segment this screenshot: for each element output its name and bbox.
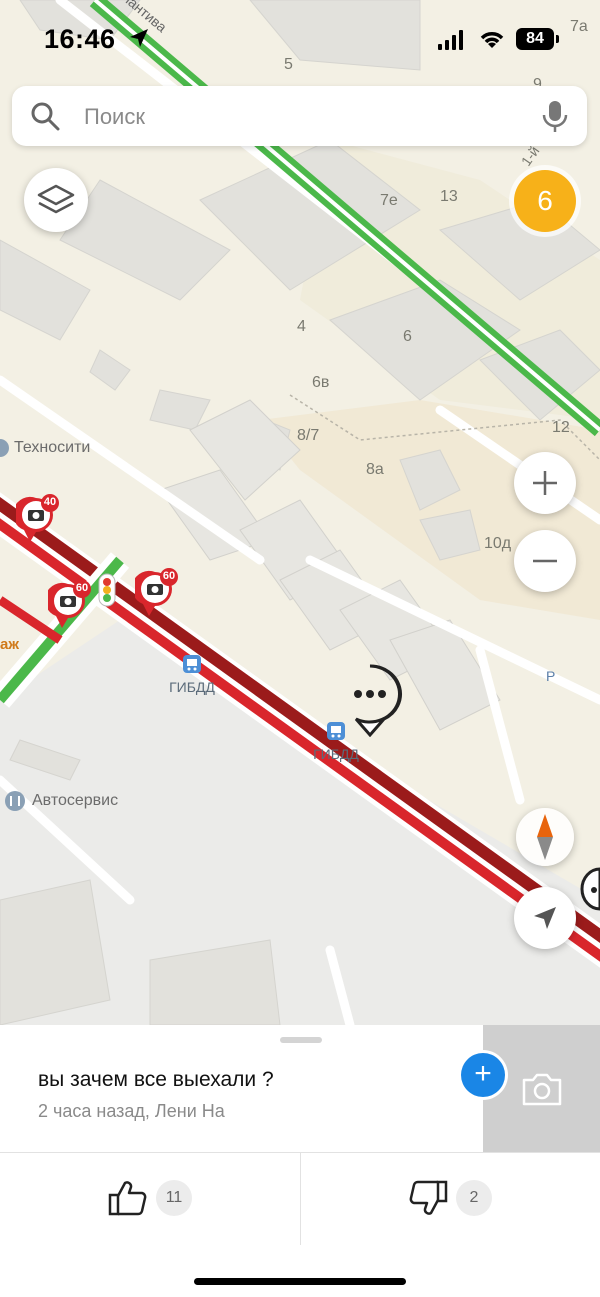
thumbs-up-icon bbox=[108, 1181, 147, 1216]
poi-gibdd-stop[interactable]: ГИБДД bbox=[168, 654, 216, 695]
poi-tehnosity[interactable]: Техносити bbox=[0, 438, 90, 458]
sheet-grabber[interactable] bbox=[280, 1037, 322, 1043]
dislike-button[interactable]: 2 bbox=[408, 1179, 492, 1217]
bus-stop-icon bbox=[183, 655, 201, 673]
layers-button[interactable] bbox=[24, 168, 88, 232]
search-icon bbox=[31, 102, 60, 131]
plus-icon: + bbox=[474, 1057, 492, 1090]
navigation-arrow-icon bbox=[534, 907, 556, 929]
speed-limit: 60 bbox=[75, 582, 89, 594]
house-number: 4 bbox=[297, 318, 306, 335]
event-bottom-sheet[interactable]: вы зачем все выехали ? 2 часа назад, Лен… bbox=[0, 1025, 600, 1297]
location-arrow-icon bbox=[130, 29, 148, 47]
speed-camera[interactable]: 60 bbox=[44, 580, 94, 635]
like-button[interactable]: 11 bbox=[108, 1179, 192, 1217]
add-photo-button[interactable] bbox=[483, 1025, 600, 1152]
house-number: 8а bbox=[366, 461, 384, 478]
plus-icon bbox=[533, 471, 557, 495]
speed-camera[interactable]: 60 bbox=[131, 568, 181, 623]
search-input[interactable]: Поиск bbox=[84, 104, 145, 130]
my-location-button[interactable] bbox=[514, 887, 576, 949]
home-indicator[interactable] bbox=[194, 1278, 406, 1285]
house-number: 10д bbox=[484, 535, 512, 552]
battery-indicator: 84 bbox=[516, 28, 554, 50]
house-number: 13 bbox=[440, 188, 458, 205]
wrench-icon bbox=[5, 791, 25, 811]
map-canvas bbox=[0, 0, 600, 1025]
event-meta: 2 часа назад, Лени На bbox=[38, 1101, 225, 1121]
camera-icon bbox=[522, 1073, 561, 1105]
minus-icon bbox=[533, 559, 557, 563]
status-bar: 16:46 84 bbox=[0, 0, 600, 80]
house-number: 6 bbox=[403, 328, 412, 345]
battery-tip bbox=[556, 35, 559, 43]
microphone-icon[interactable] bbox=[541, 99, 569, 133]
poi-parking[interactable]: Р bbox=[546, 668, 555, 684]
house-number: 12 bbox=[552, 419, 570, 436]
store-icon bbox=[0, 439, 9, 457]
event-comment: вы зачем все выехали ? bbox=[38, 1068, 274, 1091]
house-number: 8/7 bbox=[297, 427, 320, 444]
house-number: 6в bbox=[312, 374, 330, 391]
wifi-icon bbox=[480, 32, 504, 48]
like-count: 11 bbox=[156, 1180, 192, 1216]
add-comment-button[interactable]: + bbox=[461, 1053, 505, 1097]
road-event-chat-pin-icon[interactable] bbox=[336, 663, 404, 737]
dislike-count: 2 bbox=[456, 1180, 492, 1216]
divider bbox=[300, 1153, 301, 1245]
speed-limit: 60 bbox=[162, 570, 176, 582]
cellular-signal-icon bbox=[438, 30, 463, 50]
poi-partial[interactable]: аж bbox=[0, 636, 19, 653]
map-view[interactable]: 5 7а 7е 13 4 6 6в 8/7 8а 12 10д 9 1-й ев… bbox=[0, 0, 600, 1025]
traffic-light-icon bbox=[98, 573, 116, 607]
layers-icon bbox=[37, 184, 75, 214]
thumbs-down-icon bbox=[409, 1180, 448, 1215]
road-event-chat-pin-icon[interactable] bbox=[580, 866, 600, 916]
search-bar[interactable]: Поиск bbox=[12, 86, 587, 146]
compass-button[interactable] bbox=[516, 808, 574, 866]
zoom-in-button[interactable] bbox=[514, 452, 576, 514]
events-count-badge[interactable]: 6 bbox=[514, 170, 576, 232]
status-time: 16:46 bbox=[44, 24, 116, 54]
compass-icon bbox=[537, 814, 553, 860]
poi-autoservice[interactable]: Автосервис bbox=[4, 790, 118, 812]
speed-camera[interactable]: 40 bbox=[12, 494, 62, 549]
house-number: 7е bbox=[380, 192, 398, 209]
zoom-out-button[interactable] bbox=[514, 530, 576, 592]
speed-limit: 40 bbox=[43, 496, 57, 508]
